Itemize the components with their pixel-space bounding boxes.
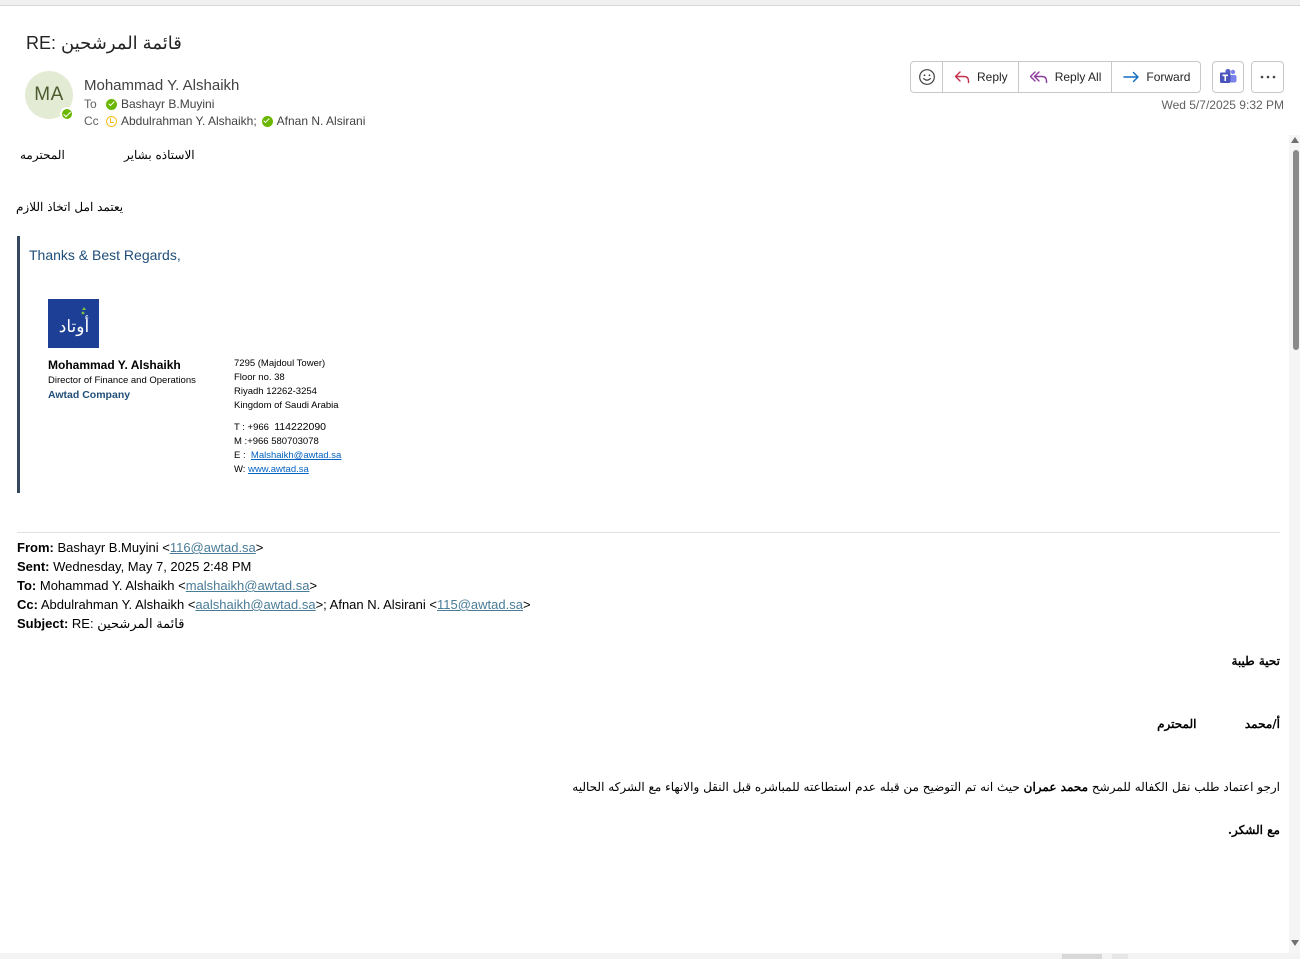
more-actions-button[interactable] [1251,61,1284,93]
reply-greeting-honorific: المحترمه [20,148,65,162]
original-from: From: Bashayr B.Muyini <116@awtad.sa> [17,540,263,555]
addressee-name: أ/محمد [1244,717,1280,731]
status-strip [0,953,1300,959]
to-recipient[interactable]: Bashayr B.Muyini [121,97,214,111]
original-cc: Cc: Abdulrahman Y. Alshaikh <aalshaikh@a… [17,597,531,612]
emoji-icon [918,69,935,85]
phone-number: 114222090 [274,421,327,433]
company-logo: أوتاد [48,299,99,348]
view-toggle[interactable] [1062,954,1102,959]
original-greeting: تحية طيبة [1231,654,1280,668]
reply-all-button[interactable]: Reply All [1019,62,1113,92]
react-button[interactable] [911,62,943,92]
sent-label: Sent: [17,559,50,574]
addressee-honorific: المحترم [1157,717,1197,731]
candidate-name: محمد عمران [1023,780,1089,794]
cc-recipient[interactable]: Abdulrahman Y. Alshaikh; [121,114,257,128]
message-subject: RE: قائمة المرشحين [26,33,182,53]
reply-button[interactable]: Reply [943,62,1019,92]
to-close: > [309,578,318,593]
cc-label: Cc: [17,597,38,612]
original-addressee: أ/محمد المحترم [1157,717,1280,731]
presence-available-icon [106,98,117,110]
forward-button[interactable]: Forward [1112,62,1200,92]
cc-label: Cc [84,114,99,128]
signature-web: W: www.awtad.sa [234,464,309,475]
to-email-link[interactable]: malshaikh@awtad.sa [186,578,310,593]
forward-label: Forward [1146,70,1191,84]
presence-available-icon [261,115,273,127]
email-label: E : [234,450,246,461]
teams-button[interactable] [1212,61,1244,93]
from-name: Bashayr B.Muyini < [57,540,170,555]
signature-address-line: 7295 (Majdoul Tower) [234,358,326,369]
from-label: From: [17,540,54,555]
email-signature: Thanks & Best Regards, أوتاد Mohammad Y.… [17,236,417,493]
cc-separator: >; Afnan N. Alsirani < [315,597,437,612]
presence-away-clock-icon [106,115,117,127]
sent-value: Wednesday, May 7, 2025 2:48 PM [53,559,252,574]
presence-available-icon [60,107,74,121]
body-after: حيث انه تم التوضيح من قبله عدم استطاعته … [572,780,1024,794]
original-to: To: Mohammad Y. Alshaikh <malshaikh@awta… [17,578,317,593]
signature-name: Mohammad Y. Alshaikh [48,358,181,372]
original-subject: Subject: RE: قائمة المرشحين [17,616,184,632]
original-body-text: ارجو اعتماد طلب نقل الكفاله للمرشح محمد … [572,780,1280,794]
cc-close: > [522,597,531,612]
body-before: ارجو اعتماد طلب نقل الكفاله للمرشح [1088,780,1280,794]
from-close: > [255,540,264,555]
teams-icon [1220,68,1237,83]
subject-label: Subject: [17,616,69,631]
signature-email: E : Malshaikh@awtad.sa [234,450,341,461]
cc-recipients: Cc Abdulrahman Y. Alshaikh; Afnan N. Als… [84,114,370,128]
message-date: Wed 5/7/2025 9:32 PM [1161,98,1284,112]
signature-phone: T : +966 114222090 [234,421,326,433]
to-label: To: [17,578,37,593]
reply-all-arrow-icon [1029,71,1047,84]
window-top-edge [0,0,1300,6]
scrollbar-thumb[interactable] [1293,150,1299,350]
cc-name: Abdulrahman Y. Alshaikh < [40,597,196,612]
to-name: Mohammad Y. Alshaikh < [39,578,186,593]
to-recipients: To Bashayr B.Muyini [84,97,219,111]
signature-address-line: Riyadh 12262-3254 [234,386,317,397]
scroll-up-arrow-icon[interactable] [1291,137,1299,143]
quoted-message-divider [17,532,1280,533]
awtad-logo-icon: أوتاد [58,306,89,337]
signature-company: Awtad Company [48,389,131,401]
signature-title: Director of Finance and Operations [48,375,196,386]
cc-email-link[interactable]: 115@awtad.sa [437,597,523,612]
cc-email-link[interactable]: aalshaikh@awtad.sa [195,597,315,612]
reply-label: Reply [977,70,1008,84]
from-email-link[interactable]: 116@awtad.sa [170,540,256,555]
reply-greeting-title: الاستاذه بشاير [124,148,195,162]
signature-address-line: Kingdom of Saudi Arabia [234,400,339,411]
phone-label: T : +966 [234,422,269,433]
signature-email-link[interactable]: Malshaikh@awtad.sa [251,450,341,461]
sender-name[interactable]: Mohammad Y. Alshaikh [84,77,239,94]
logo-text: أوتاد [58,315,88,337]
signature-thanks: Thanks & Best Regards, [29,247,181,263]
reply-body-text: يعتمد امل اتخاذ اللازم [16,200,124,214]
message-action-bar: Reply Reply All Forward [910,61,1202,93]
original-closing: مع الشكر. [1227,823,1280,837]
signature-web-link[interactable]: www.awtad.sa [248,464,309,475]
to-label: To [84,97,97,111]
reply-arrow-icon [954,71,970,84]
subject-value: RE: قائمة المرشحين [71,616,185,631]
signature-address-line: Floor no. 38 [234,372,285,383]
scroll-down-arrow-icon[interactable] [1291,940,1299,946]
more-dots-icon [1260,75,1275,79]
original-sent: Sent: Wednesday, May 7, 2025 2:48 PM [17,559,251,574]
cc-recipient[interactable]: Afnan N. Alsirani [277,114,366,128]
forward-arrow-icon [1123,71,1140,83]
view-toggle[interactable] [1112,954,1128,959]
signature-mobile: M :+966 580703078 [234,436,319,447]
reply-all-label: Reply All [1054,70,1102,84]
web-label: W: [234,464,246,475]
